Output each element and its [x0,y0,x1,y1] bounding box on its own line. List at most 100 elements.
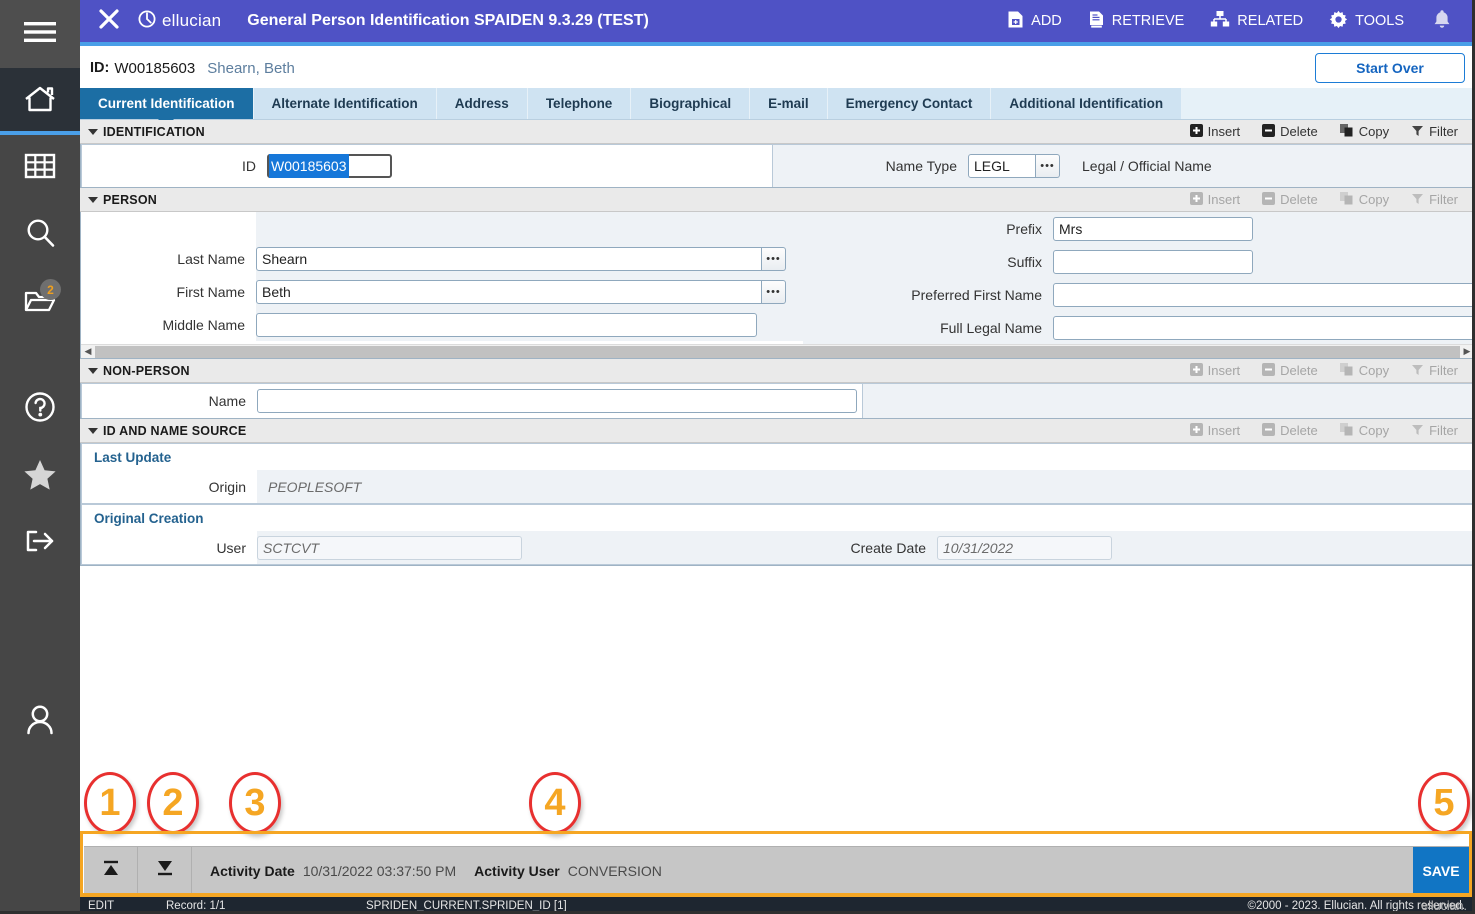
record-header: ID: W00185603 Shearn, Beth Start Over [80,46,1475,90]
section-tools-person: Insert Delete Copy Filter [1179,191,1475,208]
add-button[interactable]: ADD [994,0,1075,42]
scroll-left-arrow-icon[interactable]: ◀ [81,346,95,357]
start-over-button[interactable]: Start Over [1315,53,1465,83]
sidebar-item-sign-out[interactable] [0,510,80,577]
tab-current-identification[interactable]: Current Identification [80,88,254,119]
sidebar-item-search[interactable] [0,202,80,269]
name-type-lookup-button[interactable]: ••• [1036,153,1060,178]
person-icon [23,704,57,741]
sidebar-item-menu[interactable] [0,0,80,68]
ellucian-logo: ellucian [138,10,221,33]
tab-additional-identification[interactable]: Additional Identification [991,88,1183,119]
close-button[interactable] [80,8,138,35]
sidebar-item-favorites[interactable] [0,443,80,510]
record-id-value: W00185603 [114,59,196,77]
person-panel: Last Name Shearn ••• First Name Beth •••… [80,212,1475,359]
delete-button-non-person[interactable]: Delete [1251,362,1329,379]
first-name-lookup-button[interactable]: ••• [762,279,786,304]
activity-user-label: Activity User [474,862,560,879]
last-name-input[interactable]: Shearn [256,246,762,271]
bottom-action-bar: Activity Date 10/31/2022 03:37:50 PM Act… [84,846,1469,895]
tab-biographical[interactable]: Biographical [631,88,751,119]
copy-button-identification[interactable]: Copy [1329,123,1400,140]
copy-icon [1339,123,1354,140]
filter-button-person[interactable]: Filter [1400,192,1469,208]
filter-icon [1411,423,1424,439]
identification-panel: ID W00185603 Name Type LEGL ••• Legal / … [80,144,1475,188]
add-button-label: ADD [1031,13,1062,29]
insert-button-identification[interactable]: Insert [1179,123,1252,140]
sidebar-item-help[interactable] [0,376,80,443]
delete-icon [1262,191,1276,208]
copy-label: Copy [1358,192,1390,207]
go-to-first-record-button[interactable] [84,846,138,895]
section-header-non-person[interactable]: NON-PERSON Insert Delete Copy Filter [80,359,1475,383]
question-circle-icon [23,390,57,429]
scrollbar-thumb[interactable] [95,345,1460,358]
sidebar-item-home[interactable] [0,68,80,135]
delete-button-id-source[interactable]: Delete [1251,422,1329,439]
copy-button-id-source[interactable]: Copy [1329,422,1400,439]
delete-button-person[interactable]: Delete [1251,191,1329,208]
filter-button-non-person[interactable]: Filter [1400,363,1469,379]
notifications-button[interactable] [1417,9,1465,34]
chevron-down-icon [88,128,98,135]
preferred-first-name-input[interactable] [1053,282,1475,307]
filter-button-id-source[interactable]: Filter [1400,423,1469,439]
filter-label: Filter [1429,423,1458,438]
filter-button-identification[interactable]: Filter [1400,124,1469,140]
copy-button-non-person[interactable]: Copy [1329,362,1400,379]
add-document-icon [1007,10,1024,33]
record-id-label: ID: [90,60,110,76]
section-header-person[interactable]: PERSON Insert Delete Copy Filter [80,188,1475,212]
sign-out-icon [22,527,58,560]
sidebar-item-recently-opened[interactable]: 2 [0,269,80,336]
middle-name-input[interactable] [256,312,757,337]
status-mode: EDIT [88,899,115,912]
tab-telephone[interactable]: Telephone [528,88,632,119]
person-horizontal-scrollbar[interactable]: ◀ ▶ [81,344,1474,358]
sidebar-item-my-profile[interactable] [0,689,80,756]
name-type-input[interactable]: LEGL [968,153,1036,178]
id-field-label: ID [242,157,256,174]
tab-bar: Current Identification Alternate Identif… [80,88,1475,120]
insert-button-person[interactable]: Insert [1179,191,1252,208]
id-input[interactable]: W00185603 [267,153,392,178]
callout-1: 1 [84,772,136,834]
filter-icon [1411,363,1424,379]
home-icon [23,84,57,119]
callout-3: 3 [229,772,281,834]
page-title: General Person Identification SPAIDEN 9.… [247,12,649,29]
last-update-subheader: Last Update [94,449,172,465]
gear-icon [1329,10,1348,33]
insert-button-id-source[interactable]: Insert [1179,422,1252,439]
chevron-down-icon [88,367,98,374]
non-person-name-input[interactable] [257,388,857,413]
first-name-input[interactable]: Beth [256,279,762,304]
retrieve-button[interactable]: RETRIEVE [1075,0,1198,42]
activity-user-value: CONVERSION [567,862,662,879]
section-title-person: PERSON [103,192,157,207]
preferred-first-name-row: Preferred First Name [803,278,1475,311]
related-button[interactable]: RELATED [1197,0,1316,42]
last-name-lookup-button[interactable]: ••• [762,246,786,271]
tab-emergency-contact[interactable]: Emergency Contact [828,88,992,119]
go-to-last-record-button[interactable] [138,846,192,895]
save-button[interactable]: SAVE [1413,846,1469,895]
tools-button[interactable]: TOOLS [1316,0,1417,42]
prefix-input[interactable]: Mrs [1053,216,1253,241]
section-header-id-and-name-source[interactable]: ID AND NAME SOURCE Insert Delete Copy Fi… [80,419,1475,443]
chevron-down-icon [88,196,98,203]
tab-email[interactable]: E-mail [750,88,828,119]
section-header-identification[interactable]: IDENTIFICATION Insert Delete Copy Filter [80,120,1475,144]
suffix-input[interactable] [1053,249,1253,274]
insert-button-non-person[interactable]: Insert [1179,362,1252,379]
full-legal-name-input[interactable] [1053,315,1475,340]
sidebar-item-applications[interactable] [0,135,80,202]
tab-address[interactable]: Address [437,88,528,119]
delete-button-identification[interactable]: Delete [1251,123,1329,140]
search-icon [24,217,56,254]
section-title-identification: IDENTIFICATION [103,124,205,139]
copy-button-person[interactable]: Copy [1329,191,1400,208]
tab-alternate-identification[interactable]: Alternate Identification [254,88,437,119]
